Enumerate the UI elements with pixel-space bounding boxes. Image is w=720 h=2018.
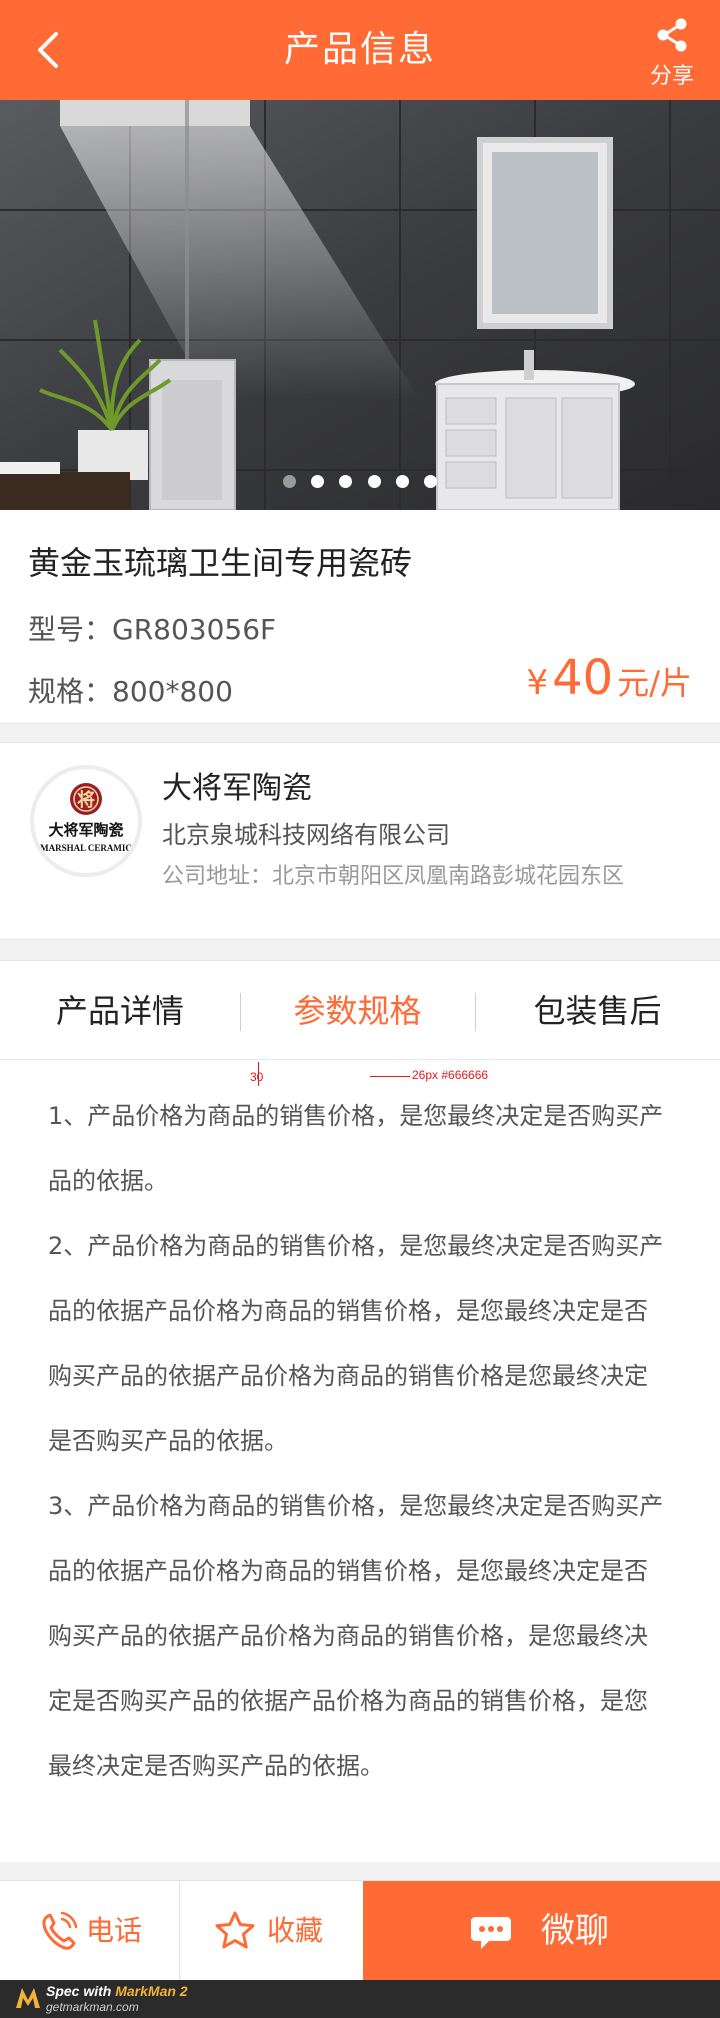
company-legal-name: 北京泉城科技网络有限公司 bbox=[162, 821, 450, 849]
product-info: 黄金玉琉璃卫生间专用瓷砖 型号：GR803056F 规格：800*800 ¥40… bbox=[0, 510, 720, 724]
detail-tabs: 产品详情 参数规格 包装售后 bbox=[0, 960, 720, 1060]
share-button[interactable]: 分享 bbox=[642, 18, 702, 90]
markman-url: getmarkman.com bbox=[46, 2000, 139, 2014]
price-value: 40 bbox=[552, 650, 614, 706]
carousel-indicator[interactable] bbox=[0, 473, 720, 492]
bottom-action-bar: 电话 收藏 微聊 bbox=[0, 1880, 720, 1981]
carousel-dot[interactable] bbox=[395, 475, 409, 488]
font-annotation-line bbox=[370, 1076, 410, 1077]
chat-button[interactable]: 微聊 bbox=[363, 1881, 720, 1981]
tab-parameters[interactable]: 参数规格 bbox=[240, 961, 475, 1061]
carousel-dot[interactable] bbox=[283, 475, 297, 488]
chat-bubble-icon bbox=[471, 1917, 511, 1949]
font-annotation: 26px #666666 bbox=[412, 1068, 489, 1082]
share-icon bbox=[657, 18, 687, 52]
spacing-annotation: 30 bbox=[250, 1070, 264, 1084]
markman-logo-icon bbox=[16, 1988, 40, 2008]
share-label: 分享 bbox=[649, 64, 694, 89]
logo-seal: 将 bbox=[77, 789, 95, 811]
company-name: 大将军陶瓷 bbox=[162, 771, 312, 806]
app-header: 产品信息 分享 bbox=[0, 0, 720, 100]
product-spec: 规格：800*800 bbox=[28, 675, 233, 708]
call-label: 电话 bbox=[86, 1914, 143, 1947]
carousel-dot[interactable] bbox=[339, 475, 353, 488]
price-currency: ¥ bbox=[526, 663, 549, 703]
spec-paragraph: 2、产品价格为商品的销售价格，是您最终决定是否购买产品的依据产品价格为商品的销售… bbox=[48, 1232, 664, 1455]
carousel-dot[interactable] bbox=[311, 475, 325, 488]
spec-content: 30 26px #666666 1、产品价格为商品的销售价格，是您最终决定是否购… bbox=[0, 1060, 720, 1862]
carousel-dot[interactable] bbox=[367, 475, 381, 488]
brand-prefix: Spec with bbox=[46, 1983, 116, 1999]
chat-label: 微聊 bbox=[541, 1911, 609, 1951]
page-title: 产品信息 bbox=[283, 29, 436, 70]
product-price: ¥40 元/片 bbox=[526, 650, 692, 706]
logo-subtext: MARSHAL CERAMIC bbox=[40, 843, 132, 853]
logo-text: 大将军陶瓷 bbox=[48, 821, 123, 839]
spacing-annotation-line bbox=[258, 1062, 259, 1086]
product-model: 型号：GR803056F bbox=[28, 613, 277, 646]
company-logo: 将 大将军陶瓷 MARSHAL CERAMIC bbox=[30, 765, 142, 877]
brand-name: MarkMan 2 bbox=[115, 1983, 188, 1999]
spec-paragraph: 3、产品价格为商品的销售价格，是您最终决定是否购买产品的依据产品价格为商品的销售… bbox=[48, 1492, 664, 1780]
markman-brand: Spec with MarkMan 2 bbox=[46, 1983, 188, 1999]
product-name: 黄金玉琉璃卫生间专用瓷砖 bbox=[28, 544, 413, 582]
markman-footer: Spec with MarkMan 2 getmarkman.com bbox=[0, 1980, 720, 2018]
tab-packaging[interactable]: 包装售后 bbox=[475, 961, 720, 1061]
bathroom-vanity-photo bbox=[0, 100, 720, 510]
tab-product-details[interactable]: 产品详情 bbox=[0, 961, 240, 1061]
favorite-button[interactable]: 收藏 bbox=[181, 1881, 361, 1981]
call-button[interactable]: 电话 bbox=[0, 1881, 180, 1981]
carousel-dot[interactable] bbox=[423, 475, 437, 488]
favorite-label: 收藏 bbox=[267, 1914, 324, 1947]
company-card[interactable]: 将 大将军陶瓷 MARSHAL CERAMIC 大将军陶瓷 北京泉城科技网络有限… bbox=[0, 742, 720, 940]
phone-icon bbox=[42, 1911, 78, 1950]
price-unit: 元/片 bbox=[617, 664, 692, 702]
star-icon bbox=[215, 1911, 255, 1949]
spec-paragraph: 1、产品价格为商品的销售价格，是您最终决定是否购买产品的依据。 bbox=[48, 1102, 664, 1195]
company-address: 公司地址：北京市朝阳区凤凰南路彭城花园东区 bbox=[162, 864, 625, 889]
product-image-carousel[interactable] bbox=[0, 100, 720, 510]
